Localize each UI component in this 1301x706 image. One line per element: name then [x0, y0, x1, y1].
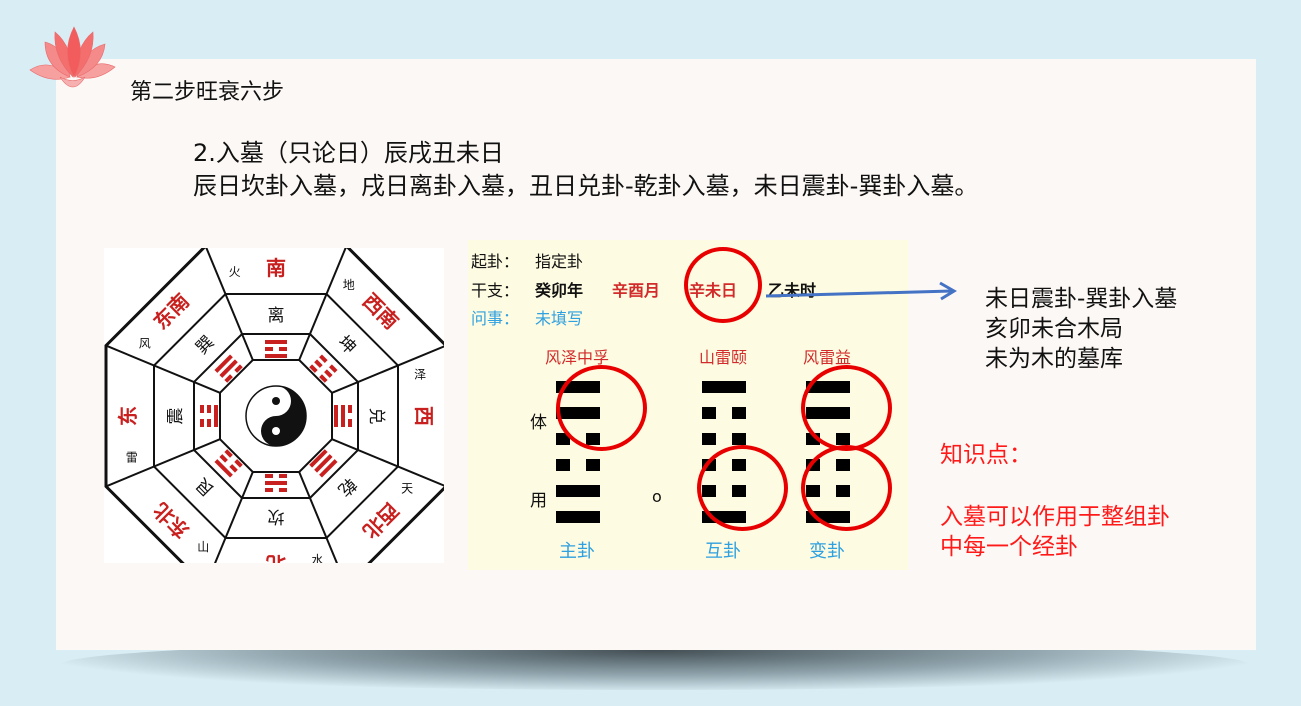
bagua-label: 兑 [366, 408, 386, 425]
yin-yang-dot [272, 427, 280, 435]
note-line-2: 亥卯未合木局 [985, 316, 1123, 342]
bagua-element: 山 [197, 540, 209, 554]
month-pillar: 辛酉月 [612, 281, 661, 300]
bagua-label: 西 [412, 406, 436, 426]
knowledge-title: 知识点： [940, 442, 1032, 468]
knowledge-line-2: 中每一个经卦 [940, 534, 1078, 560]
bagua-element: 天 [401, 482, 413, 496]
note-line-1: 未日震卦-巽卦入墓 [985, 286, 1178, 312]
bagua-label: 北 [266, 552, 286, 563]
bagua-label: 乾 [334, 474, 360, 500]
lotus-icon [29, 26, 116, 88]
bagua-label: 巽 [192, 332, 218, 358]
bagua-label: 离 [268, 306, 285, 326]
highlight-circle-mutual-lower [697, 445, 788, 531]
note-line-3: 未为木的墓库 [985, 346, 1123, 372]
trigram-icon [334, 405, 352, 427]
bagua-element: 风 [139, 336, 151, 350]
bagua-element: 火 [229, 265, 241, 279]
bagua-diagram: 离坤兑乾坎艮震巽南西南西西北北东北东东南火地泽天水山雷风 [104, 248, 444, 563]
highlight-circle-changed-upper [801, 365, 892, 451]
bagua-label: 坤 [334, 332, 360, 358]
yang-line [556, 511, 600, 523]
bagua-label: 坎 [268, 506, 285, 526]
trigram-icon [265, 474, 287, 492]
bagua-svg: 离坤兑乾坎艮震巽南西南西西北北东北东东南火地泽天水山雷风 [104, 248, 444, 563]
yin-line [732, 433, 746, 445]
trigram-icon [265, 340, 287, 358]
yin-line [586, 459, 600, 471]
section-heading: 2.入墓（只论日）辰戌丑未日 [193, 139, 504, 167]
bagua-element: 雷 [126, 450, 138, 464]
yin-line [556, 459, 570, 471]
highlight-circle-changed-lower [801, 445, 892, 531]
bagua-label: 南 [266, 256, 286, 280]
bagua-element: 泽 [414, 368, 426, 382]
yin-yang-dot [272, 397, 280, 405]
bagua-label: 东 [116, 406, 140, 426]
trigram-icon [200, 405, 218, 427]
hexagram-caption: 变卦 [809, 541, 845, 562]
rule-text: 辰日坎卦入墓，戌日离卦入墓，丑日兑卦-乾卦入墓，未日震卦-巽卦入墓。 [193, 172, 979, 200]
trigram-icon [214, 449, 243, 478]
wenshi-value: 未填写 [535, 309, 584, 328]
bagua-label: 震 [166, 408, 186, 425]
trigram-icon [309, 354, 338, 383]
highlight-circle-main-upper [556, 365, 647, 451]
bagua-label: 艮 [192, 474, 218, 500]
yin-line [732, 407, 746, 419]
arrow-icon [765, 281, 957, 301]
yang-line [556, 485, 600, 497]
qigua-value: 指定卦 [535, 252, 584, 271]
highlight-circle-day [684, 247, 762, 323]
wenshi-label: 问事： [471, 309, 520, 328]
yin-line [702, 407, 716, 419]
hexagram-name: 山雷颐 [698, 348, 747, 367]
knowledge-line-1: 入墓可以作用于整组卦 [940, 504, 1170, 530]
trigram-icon [309, 449, 338, 478]
ganzhi-label: 干支： [471, 281, 520, 300]
moving-line-mark: o [652, 487, 662, 506]
yong-label: 用 [530, 491, 547, 511]
hexagram-caption: 互卦 [705, 541, 741, 562]
year-pillar: 癸卯年 [535, 281, 584, 300]
hexagram-caption: 主卦 [559, 541, 595, 562]
qigua-label: 起卦： [471, 252, 520, 271]
yang-line [702, 381, 746, 393]
slide-title: 第二步旺衰六步 [130, 80, 285, 105]
bagua-element: 地 [343, 278, 355, 292]
yin-line [702, 433, 716, 445]
ti-label: 体 [530, 413, 547, 433]
bagua-element: 水 [311, 553, 323, 563]
trigram-icon [214, 354, 243, 383]
hexagram-name: 风雷益 [802, 348, 851, 367]
